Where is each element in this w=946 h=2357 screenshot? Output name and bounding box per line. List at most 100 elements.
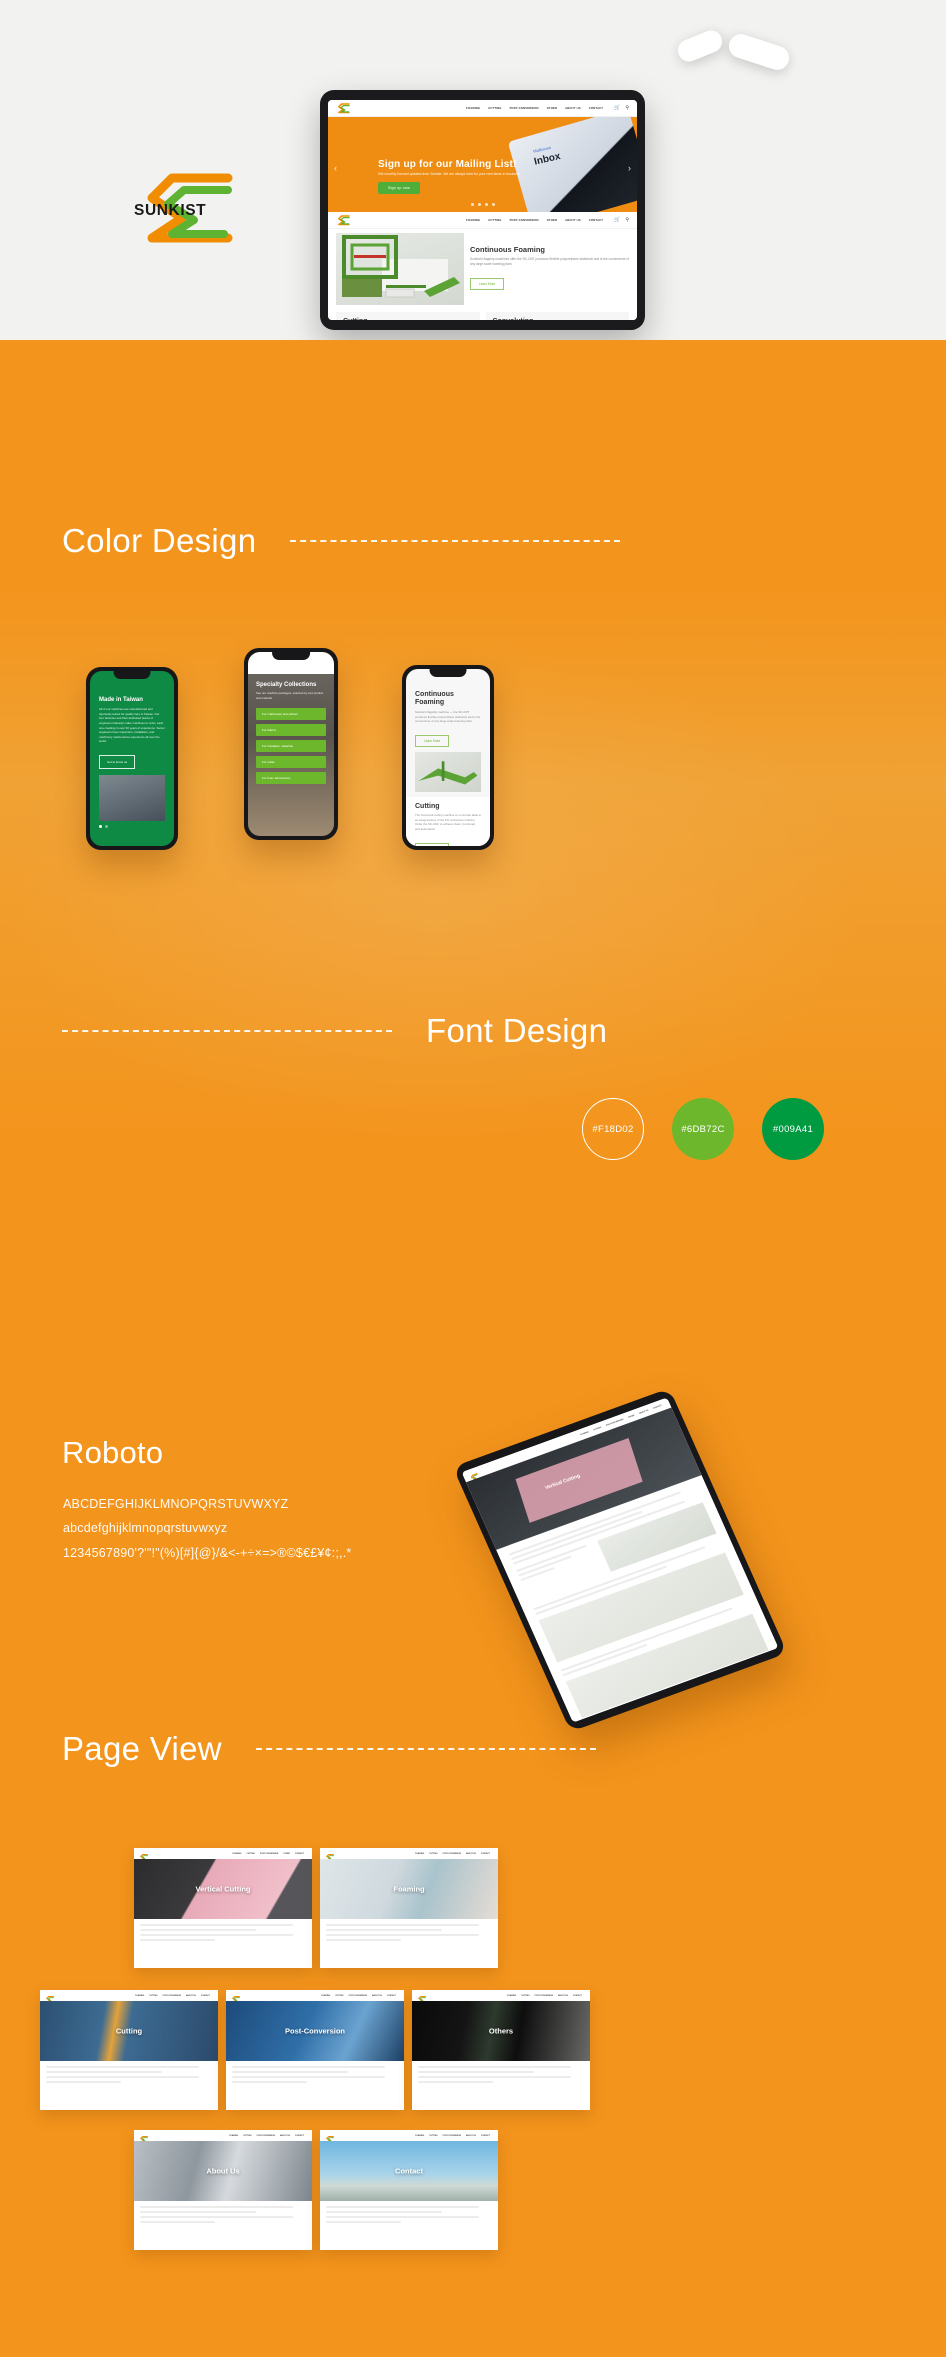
t6n1[interactable]: CUTTING: [243, 2135, 251, 2137]
phone3-cta-button-2[interactable]: Learn More: [415, 842, 450, 846]
color-design-divider: [290, 540, 621, 542]
color-swatch-orange-label: #F18D02: [592, 1123, 634, 1135]
phone-mockup-made-in-taiwan: Made in Taiwan All of our machines are m…: [86, 667, 178, 850]
font-specimen-lowercase: abcdefghijklmnopqrstuvwxyz: [63, 1521, 228, 1536]
page-thumbnail-post-conversion[interactable]: FOAMING CUTTING POST-CONVERSION ABOUT US CON…: [226, 1990, 404, 2110]
color-swatch-orange[interactable]: #F18D02: [582, 1098, 644, 1160]
t2n1[interactable]: CUTTING: [429, 1853, 437, 1855]
phone1-cta-button[interactable]: Get to know us: [99, 755, 136, 770]
t5n4[interactable]: ABOUT US: [558, 1995, 568, 1997]
tt-nav-cutting[interactable]: CUTTING: [593, 1426, 602, 1431]
tt-nav-contact[interactable]: CONTACT: [653, 1404, 662, 1409]
phone3-cta-button[interactable]: Learn More: [415, 735, 450, 748]
t7n5[interactable]: CONTACT: [481, 2135, 490, 2137]
search-icon[interactable]: ⚲: [625, 105, 629, 111]
presentation-body: Color Design Made in Taiwan All of our m…: [0, 340, 946, 2357]
nav-item-about-us[interactable]: ABOUT US: [565, 107, 581, 110]
color-swatch-dark-green[interactable]: #009A41: [762, 1098, 824, 1160]
nav-item-other[interactable]: OTHER: [547, 107, 557, 110]
navbar-logo-icon[interactable]: [336, 102, 353, 115]
t6n2[interactable]: POST-CONVERSION: [257, 2135, 275, 2137]
feature-learn-more-button[interactable]: Learn More: [470, 277, 505, 290]
t1n5[interactable]: CONTACT: [295, 1853, 304, 1855]
t4n0[interactable]: FOAMING: [321, 1995, 330, 1997]
t5n5[interactable]: CONTACT: [573, 1995, 582, 1997]
thumb6-caption: About Us: [206, 2166, 240, 2176]
phone2-button-sofas[interactable]: For sofas: [256, 756, 326, 769]
phone2-button-laboratories[interactable]: For foam laboratories: [256, 772, 326, 785]
card-convoluting[interactable]: Convoluting The blade with two sheets of…: [485, 312, 629, 320]
t7n4[interactable]: ABOUT US: [466, 2135, 476, 2137]
card-cutting[interactable]: Cutting The horizontal cutting machine o…: [336, 312, 480, 320]
tt-nav-foaming[interactable]: FOAMING: [580, 1431, 589, 1436]
t5n0[interactable]: FOAMING: [507, 1995, 516, 1997]
t6n4[interactable]: ABOUT US: [280, 2135, 290, 2137]
nav-item-cutting[interactable]: CUTTING: [488, 107, 501, 110]
t1n0[interactable]: FOAMING: [233, 1853, 242, 1855]
nav-item-contact[interactable]: CONTACT: [589, 107, 603, 110]
page-thumbnail-others[interactable]: FOAMING CUTTING POST-CONVERSION ABOUT US CON…: [412, 1990, 590, 2110]
t3n4[interactable]: ABOUT US: [186, 1995, 196, 1997]
thumb3-body: [40, 2061, 218, 2091]
t7n2[interactable]: POST-CONVERSION: [443, 2135, 461, 2137]
page-thumbnail-vertical-cutting[interactable]: FOAMING CUTTING POST-CONVERSION OTHER CONTAC…: [134, 1848, 312, 1968]
t5n1[interactable]: CUTTING: [521, 1995, 529, 1997]
phone2-button-insulation[interactable]: For insulation materials: [256, 740, 326, 753]
t2n4[interactable]: ABOUT US: [466, 1853, 476, 1855]
t2n2[interactable]: POST-CONVERSION: [443, 1853, 461, 1855]
nav2-item-contact[interactable]: CONTACT: [589, 219, 603, 222]
t4n2[interactable]: POST-CONVERSION: [349, 1995, 367, 1997]
phone3-body-2: The horizontal cutting machine on a circ…: [415, 813, 481, 831]
t7n1[interactable]: CUTTING: [429, 2135, 437, 2137]
phone2-button-mattresses[interactable]: For mattresses and pillows: [256, 708, 326, 721]
phone3-body: Sunkist's flagship machine — the SK-CMT …: [415, 710, 481, 724]
cart-icon-secondary[interactable]: 🛒: [614, 217, 620, 223]
t3n5[interactable]: CONTACT: [201, 1995, 210, 1997]
thumb5-body: [412, 2061, 590, 2091]
t4n4[interactable]: ABOUT US: [372, 1995, 382, 1997]
color-swatch-light-green[interactable]: #6DB72C: [672, 1098, 734, 1160]
t5n2[interactable]: POST-CONVERSION: [535, 1995, 553, 1997]
nav-item-foaming[interactable]: FOAMING: [466, 107, 480, 110]
banner-phone-inbox-label: Inbox: [533, 150, 562, 168]
page-thumbnail-foaming[interactable]: FOAMING CUTTING POST-CONVERSION ABOUT US CON…: [320, 1848, 498, 1968]
nav2-item-cutting[interactable]: CUTTING: [488, 219, 501, 222]
tablet-screen: FOAMING CUTTING POST-CONVERSION OTHER AB…: [328, 100, 637, 320]
page-view-heading: Page View: [62, 1730, 596, 1768]
t3n2[interactable]: POST-CONVERSION: [163, 1995, 181, 1997]
t6n0[interactable]: FOAMING: [229, 2135, 238, 2137]
font-family-name: Roboto: [62, 1435, 164, 1470]
nav2-item-post-conversion[interactable]: POST-CONVERSION: [510, 219, 539, 222]
nav2-item-other[interactable]: OTHER: [547, 219, 557, 222]
page-thumbnail-contact[interactable]: FOAMING CUTTING POST-CONVERSION ABOUT US CON…: [320, 2130, 498, 2250]
t2n5[interactable]: CONTACT: [481, 1853, 490, 1855]
page-view-title: Page View: [62, 1730, 222, 1767]
t2n0[interactable]: FOAMING: [415, 1853, 424, 1855]
phone1-carousel-dots[interactable]: [99, 825, 165, 829]
t3n0[interactable]: FOAMING: [135, 1995, 144, 1997]
t1n3[interactable]: OTHER: [283, 1853, 290, 1855]
t7n0[interactable]: FOAMING: [415, 2135, 424, 2137]
t6n5[interactable]: CONTACT: [295, 2135, 304, 2137]
page-thumbnail-about-us[interactable]: FOAMING CUTTING POST-CONVERSION ABOUT US CON…: [134, 2130, 312, 2250]
t4n1[interactable]: CUTTING: [335, 1995, 343, 1997]
t4n5[interactable]: CONTACT: [387, 1995, 396, 1997]
t1n2[interactable]: POST-CONVERSION: [260, 1853, 278, 1855]
banner-signup-button[interactable]: Sign up now: [378, 182, 420, 194]
navbar-logo-icon-secondary[interactable]: [336, 214, 353, 227]
tt-nav-about[interactable]: ABOUT US: [639, 1409, 649, 1414]
nav2-item-foaming[interactable]: FOAMING: [466, 219, 480, 222]
tt-nav-other[interactable]: OTHER: [628, 1414, 635, 1418]
carousel-prev-arrow-icon[interactable]: ‹: [334, 163, 337, 173]
search-icon-secondary[interactable]: ⚲: [625, 217, 629, 223]
t1n1[interactable]: CUTTING: [246, 1853, 254, 1855]
t3n1[interactable]: CUTTING: [149, 1995, 157, 1997]
cart-icon[interactable]: 🛒: [614, 105, 620, 111]
carousel-dots[interactable]: [470, 203, 495, 206]
banner-subtitle: Get monthly foamed updates from Sunkist.…: [378, 172, 521, 176]
nav2-item-about-us[interactable]: ABOUT US: [565, 219, 581, 222]
page-thumbnail-cutting[interactable]: FOAMING CUTTING POST-CONVERSION ABOUT US CON…: [40, 1990, 218, 2110]
carousel-next-arrow-icon[interactable]: ›: [628, 163, 631, 173]
phone2-button-fabrics[interactable]: For fabrics: [256, 724, 326, 737]
nav-item-post-conversion[interactable]: POST-CONVERSION: [510, 107, 539, 110]
